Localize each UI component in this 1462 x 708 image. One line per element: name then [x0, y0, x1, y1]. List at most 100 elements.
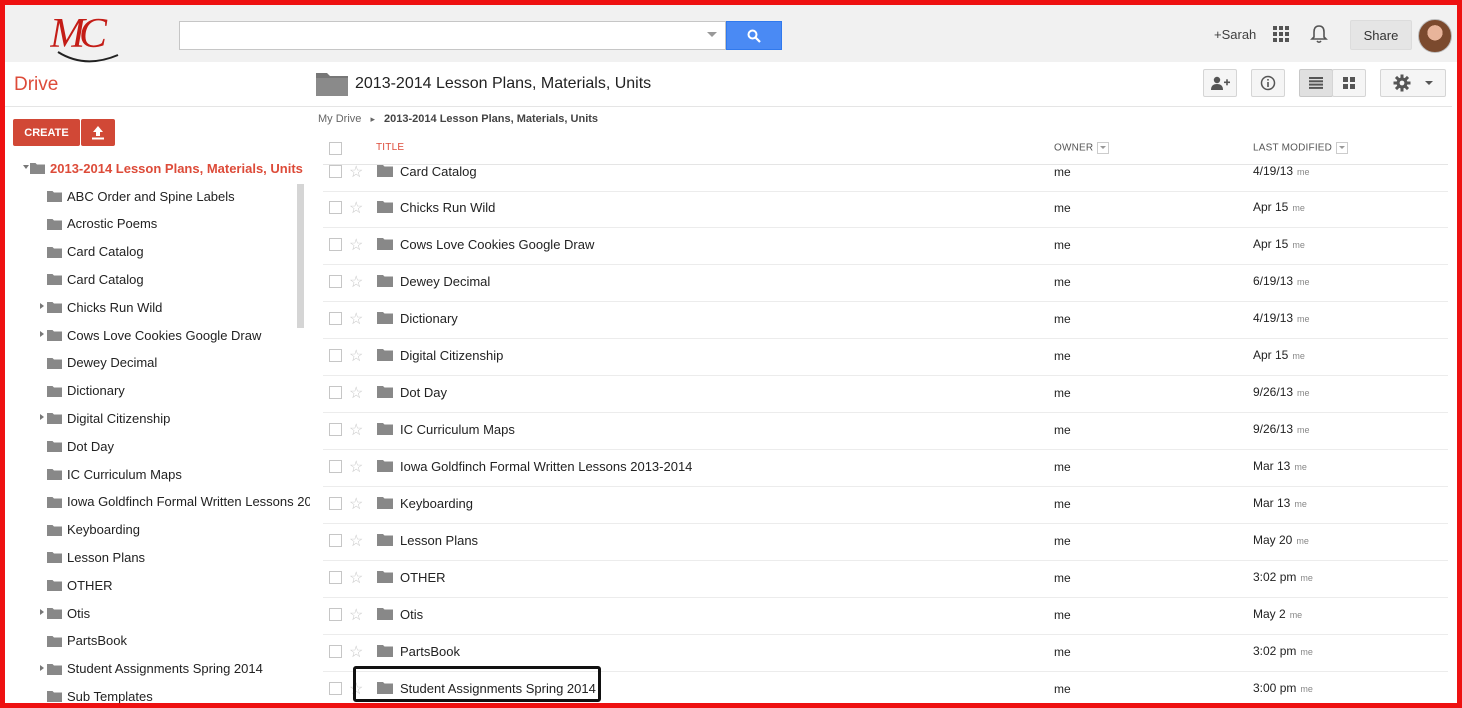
row-title[interactable]: Keyboarding	[400, 496, 473, 511]
star-icon[interactable]: ☆	[349, 420, 363, 440]
search-input[interactable]	[179, 21, 726, 50]
sidebar-tree-item[interactable]: Card Catalog	[47, 242, 144, 262]
row-title[interactable]: Dictionary	[400, 311, 458, 326]
column-header-title[interactable]: TITLE	[376, 142, 404, 153]
row-title[interactable]: PartsBook	[400, 644, 460, 659]
sidebar-tree-item[interactable]: Dot Day	[47, 436, 114, 456]
expand-chevron-right-icon[interactable]	[40, 303, 44, 310]
sidebar-tree-item[interactable]: Dewey Decimal	[47, 353, 157, 373]
expand-chevron-right-icon[interactable]	[40, 664, 44, 671]
table-row[interactable]: ☆ Chicks Run Wild me Apr 15 me	[323, 191, 1448, 228]
select-all-checkbox[interactable]	[329, 142, 342, 155]
row-checkbox[interactable]	[329, 460, 342, 473]
row-title[interactable]: Otis	[400, 607, 423, 622]
settings-button[interactable]	[1380, 69, 1446, 97]
star-icon[interactable]: ☆	[349, 494, 363, 514]
table-row[interactable]: ☆ IC Curriculum Maps me 9/26/13 me	[323, 413, 1448, 450]
sidebar-tree-item[interactable]: Acrostic Poems	[47, 214, 157, 234]
expand-chevron-right-icon[interactable]	[40, 414, 44, 421]
table-row[interactable]: ☆ Iowa Goldfinch Formal Written Lessons 2…	[323, 450, 1448, 487]
row-checkbox[interactable]	[329, 312, 342, 325]
row-title[interactable]: Digital Citizenship	[400, 348, 503, 363]
row-checkbox[interactable]	[329, 238, 342, 251]
sidebar-scrollbar[interactable]	[297, 184, 304, 328]
star-icon[interactable]: ☆	[349, 165, 363, 182]
row-title[interactable]: OTHER	[400, 570, 446, 585]
star-icon[interactable]: ☆	[349, 642, 363, 662]
table-row[interactable]: ☆ Digital Citizenship me Apr 15 me	[323, 339, 1448, 376]
sidebar-tree-item[interactable]: Chicks Run Wild	[40, 297, 162, 317]
row-title[interactable]: Lesson Plans	[400, 533, 478, 548]
table-row[interactable]: ☆ Card Catalog me 4/19/13 me	[323, 165, 1448, 192]
list-view-button[interactable]	[1299, 69, 1333, 97]
search-button[interactable]	[726, 21, 782, 50]
mc-logo[interactable]: MC	[50, 7, 125, 65]
table-row[interactable]: ☆ Keyboarding me Mar 13 me	[323, 487, 1448, 524]
sidebar-tree-item[interactable]: Keyboarding	[47, 520, 140, 540]
row-checkbox[interactable]	[329, 608, 342, 621]
upload-button[interactable]	[81, 119, 115, 146]
sidebar-tree-item[interactable]: OTHER	[47, 575, 113, 595]
row-checkbox[interactable]	[329, 497, 342, 510]
sidebar-tree-item[interactable]: Lesson Plans	[47, 547, 145, 567]
row-checkbox[interactable]	[329, 645, 342, 658]
row-checkbox[interactable]	[329, 423, 342, 436]
share-folder-button[interactable]	[1203, 69, 1237, 97]
grid-view-button[interactable]	[1332, 69, 1366, 97]
row-checkbox[interactable]	[329, 201, 342, 214]
sidebar-tree-item[interactable]: Cows Love Cookies Google Draw	[40, 325, 261, 345]
star-icon[interactable]: ☆	[349, 568, 363, 588]
table-row[interactable]: ☆ Lesson Plans me May 20 me	[323, 524, 1448, 561]
sidebar-tree-item[interactable]: Student Assignments Spring 2014	[40, 659, 263, 679]
sidebar-tree-item[interactable]: Sub Templates	[47, 686, 153, 703]
table-row[interactable]: ☆ Dictionary me 4/19/13 me	[323, 302, 1448, 339]
row-title[interactable]: Dewey Decimal	[400, 274, 490, 289]
table-row[interactable]: ☆ Cows Love Cookies Google Draw me Apr 15 me	[323, 228, 1448, 265]
sidebar-tree-item[interactable]: Dictionary	[47, 381, 125, 401]
create-button[interactable]: CREATE	[13, 119, 80, 146]
row-title[interactable]: Card Catalog	[400, 165, 477, 179]
star-icon[interactable]: ☆	[349, 346, 363, 366]
star-icon[interactable]: ☆	[349, 272, 363, 292]
row-title[interactable]: Chicks Run Wild	[400, 200, 495, 215]
expand-chevron-down-icon[interactable]	[23, 165, 29, 169]
table-row[interactable]: ☆ Otis me May 2 me	[323, 598, 1448, 635]
row-checkbox[interactable]	[329, 165, 342, 178]
row-checkbox[interactable]	[329, 571, 342, 584]
sidebar-tree-item[interactable]: 2013-2014 Lesson Plans, Materials, Units	[23, 158, 303, 178]
star-icon[interactable]: ☆	[349, 605, 363, 625]
table-row[interactable]: ☆ Dewey Decimal me 6/19/13 me	[323, 265, 1448, 302]
row-checkbox[interactable]	[329, 682, 342, 695]
table-row[interactable]: ☆ Dot Day me 9/26/13 me	[323, 376, 1448, 413]
row-title[interactable]: Iowa Goldfinch Formal Written Lessons 20…	[400, 459, 692, 474]
row-title[interactable]: IC Curriculum Maps	[400, 422, 515, 437]
column-header-last-modified[interactable]: LAST MODIFIED	[1253, 142, 1349, 154]
row-checkbox[interactable]	[329, 386, 342, 399]
row-checkbox[interactable]	[329, 349, 342, 362]
notification-bell-icon[interactable]	[1310, 24, 1328, 44]
sidebar-tree-item[interactable]: ABC Order and Spine Labels	[47, 186, 235, 206]
star-icon[interactable]: ☆	[349, 457, 363, 477]
search-options-chevron-down-icon[interactable]	[707, 32, 717, 37]
column-header-owner[interactable]: OWNER	[1054, 142, 1110, 154]
apps-grid-icon[interactable]	[1272, 25, 1290, 43]
sidebar-tree-item[interactable]: Digital Citizenship	[40, 408, 170, 428]
sidebar-tree-item[interactable]: Iowa Goldfinch Formal Written Lessons 20…	[47, 492, 310, 512]
app-title[interactable]: Drive	[14, 74, 58, 96]
expand-chevron-right-icon[interactable]	[40, 609, 44, 615]
row-title[interactable]: Cows Love Cookies Google Draw	[400, 237, 594, 252]
sort-chevron-icon[interactable]	[1097, 142, 1110, 154]
star-icon[interactable]: ☆	[349, 235, 363, 255]
details-button[interactable]	[1251, 69, 1285, 97]
star-icon[interactable]: ☆	[349, 309, 363, 329]
table-row[interactable]: ☆ OTHER me 3:02 pm me	[323, 561, 1448, 598]
row-checkbox[interactable]	[329, 534, 342, 547]
sidebar-tree-item[interactable]: Card Catalog	[47, 269, 144, 289]
breadcrumb-root[interactable]: My Drive	[318, 113, 361, 125]
sidebar-tree-item[interactable]: Otis	[40, 603, 90, 623]
share-button[interactable]: Share	[1350, 20, 1412, 50]
expand-chevron-right-icon[interactable]	[40, 331, 44, 337]
star-icon[interactable]: ☆	[349, 198, 363, 218]
sidebar-tree-item[interactable]: IC Curriculum Maps	[47, 464, 182, 484]
row-checkbox[interactable]	[329, 275, 342, 288]
